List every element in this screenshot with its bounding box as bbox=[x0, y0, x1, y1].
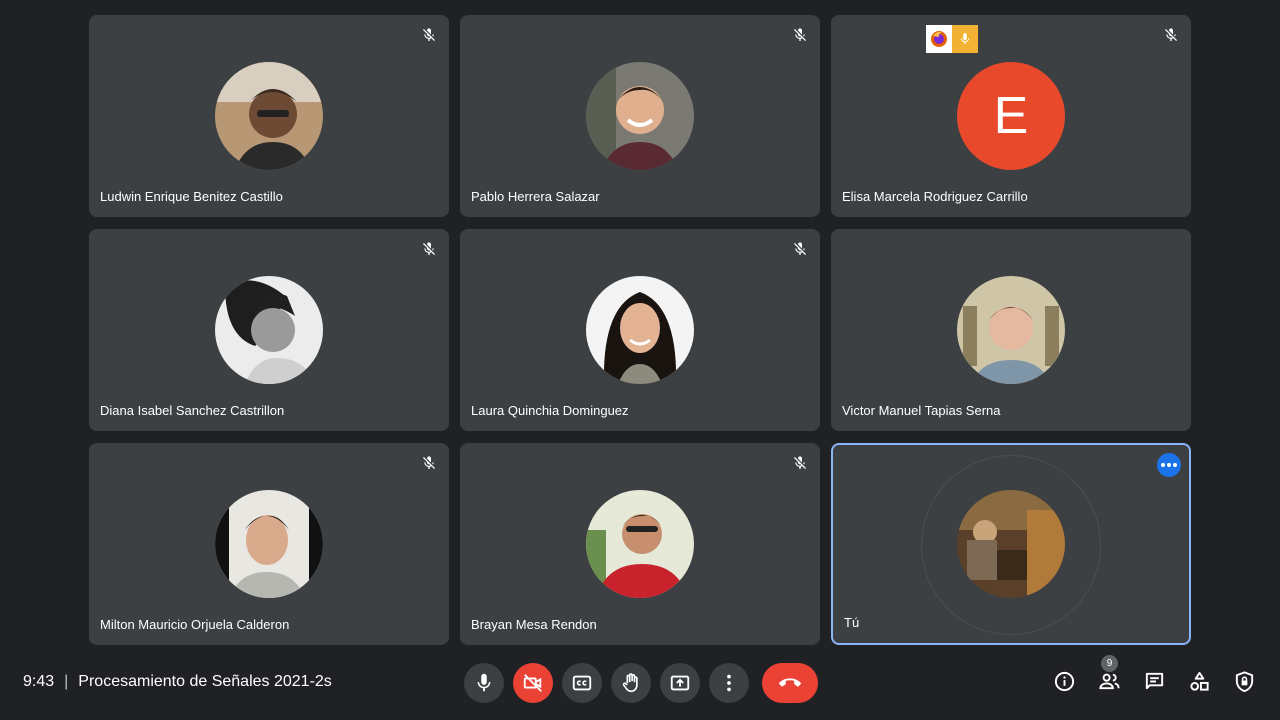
raise-hand-icon bbox=[622, 673, 638, 693]
participant-name: Tú bbox=[844, 615, 860, 630]
extension-badges bbox=[926, 25, 978, 53]
participant-tile[interactable]: E Elisa Marcela Rodriguez Carrillo bbox=[831, 15, 1191, 217]
side-panel-toolbar: 9 bbox=[1053, 655, 1256, 693]
self-tile[interactable]: Tú bbox=[831, 443, 1191, 645]
participant-name: Laura Quinchia Dominguez bbox=[471, 403, 629, 418]
info-icon bbox=[1054, 671, 1075, 692]
activities-button[interactable] bbox=[1188, 670, 1211, 693]
closed-captions-icon bbox=[572, 675, 592, 691]
activities-icon bbox=[1190, 671, 1209, 691]
participant-tile[interactable]: Milton Mauricio Orjuela Calderon bbox=[89, 443, 449, 645]
host-controls-icon bbox=[1235, 671, 1254, 693]
more-options-icon bbox=[727, 674, 731, 692]
microphone-icon bbox=[477, 673, 491, 692]
present-screen-icon bbox=[670, 675, 690, 691]
host-controls-button[interactable] bbox=[1233, 670, 1256, 693]
separator: | bbox=[64, 673, 69, 690]
avatar bbox=[957, 276, 1065, 384]
captions-button[interactable] bbox=[562, 663, 602, 703]
participant-tile[interactable]: Victor Manuel Tapias Serna bbox=[831, 229, 1191, 431]
participant-name: Ludwin Enrique Benitez Castillo bbox=[100, 189, 283, 204]
meeting-details-button[interactable] bbox=[1053, 670, 1076, 693]
avatar bbox=[215, 62, 323, 170]
mic-off-icon bbox=[794, 28, 806, 41]
more-options-icon[interactable] bbox=[1157, 453, 1181, 477]
participant-name: Diana Isabel Sanchez Castrillon bbox=[100, 403, 285, 418]
people-count-badge: 9 bbox=[1101, 655, 1118, 672]
firefox-icon bbox=[926, 25, 952, 53]
mic-off-icon bbox=[423, 242, 435, 255]
participant-grid: Ludwin Enrique Benitez Castillo Pablo He… bbox=[89, 15, 1191, 645]
microphone-icon bbox=[952, 25, 978, 53]
avatar bbox=[215, 490, 323, 598]
avatar bbox=[215, 276, 323, 384]
camera-off-icon bbox=[523, 674, 542, 692]
camera-button[interactable] bbox=[513, 663, 553, 703]
participant-name: Brayan Mesa Rendon bbox=[471, 617, 597, 632]
call-controls bbox=[464, 663, 818, 703]
avatar bbox=[586, 276, 694, 384]
mic-off-icon bbox=[794, 242, 806, 255]
mic-off-icon bbox=[423, 28, 435, 41]
participant-name: Milton Mauricio Orjuela Calderon bbox=[100, 617, 290, 632]
raise-hand-button[interactable] bbox=[611, 663, 651, 703]
meeting-info: 9:43 | Procesamiento de Señales 2021-2s bbox=[23, 673, 332, 691]
mic-off-icon bbox=[423, 456, 435, 469]
chat-icon bbox=[1145, 672, 1164, 690]
participant-name: Elisa Marcela Rodriguez Carrillo bbox=[842, 189, 1028, 204]
avatar bbox=[957, 490, 1065, 598]
people-button[interactable]: 9 bbox=[1098, 655, 1121, 693]
participant-tile[interactable]: Ludwin Enrique Benitez Castillo bbox=[89, 15, 449, 217]
hang-up-icon bbox=[779, 678, 801, 687]
meeting-time: 9:43 bbox=[23, 673, 55, 690]
participant-tile[interactable]: Laura Quinchia Dominguez bbox=[460, 229, 820, 431]
chat-button[interactable] bbox=[1143, 670, 1166, 693]
leave-call-button[interactable] bbox=[762, 663, 818, 703]
people-icon bbox=[1099, 673, 1120, 690]
avatar-letter: E bbox=[957, 62, 1065, 170]
participant-tile[interactable]: Brayan Mesa Rendon bbox=[460, 443, 820, 645]
avatar bbox=[586, 62, 694, 170]
microphone-button[interactable] bbox=[464, 663, 504, 703]
meeting-title: Procesamiento de Señales 2021-2s bbox=[78, 673, 332, 690]
bottom-bar: 9:43 | Procesamiento de Señales 2021-2s 9 bbox=[0, 652, 1280, 720]
participant-name: Victor Manuel Tapias Serna bbox=[842, 403, 1001, 418]
mic-off-icon bbox=[794, 456, 806, 469]
avatar bbox=[586, 490, 694, 598]
participant-name: Pablo Herrera Salazar bbox=[471, 189, 600, 204]
mic-off-icon bbox=[1165, 28, 1177, 41]
present-button[interactable] bbox=[660, 663, 700, 703]
participant-tile[interactable]: Diana Isabel Sanchez Castrillon bbox=[89, 229, 449, 431]
participant-tile[interactable]: Pablo Herrera Salazar bbox=[460, 15, 820, 217]
more-options-button[interactable] bbox=[709, 663, 749, 703]
